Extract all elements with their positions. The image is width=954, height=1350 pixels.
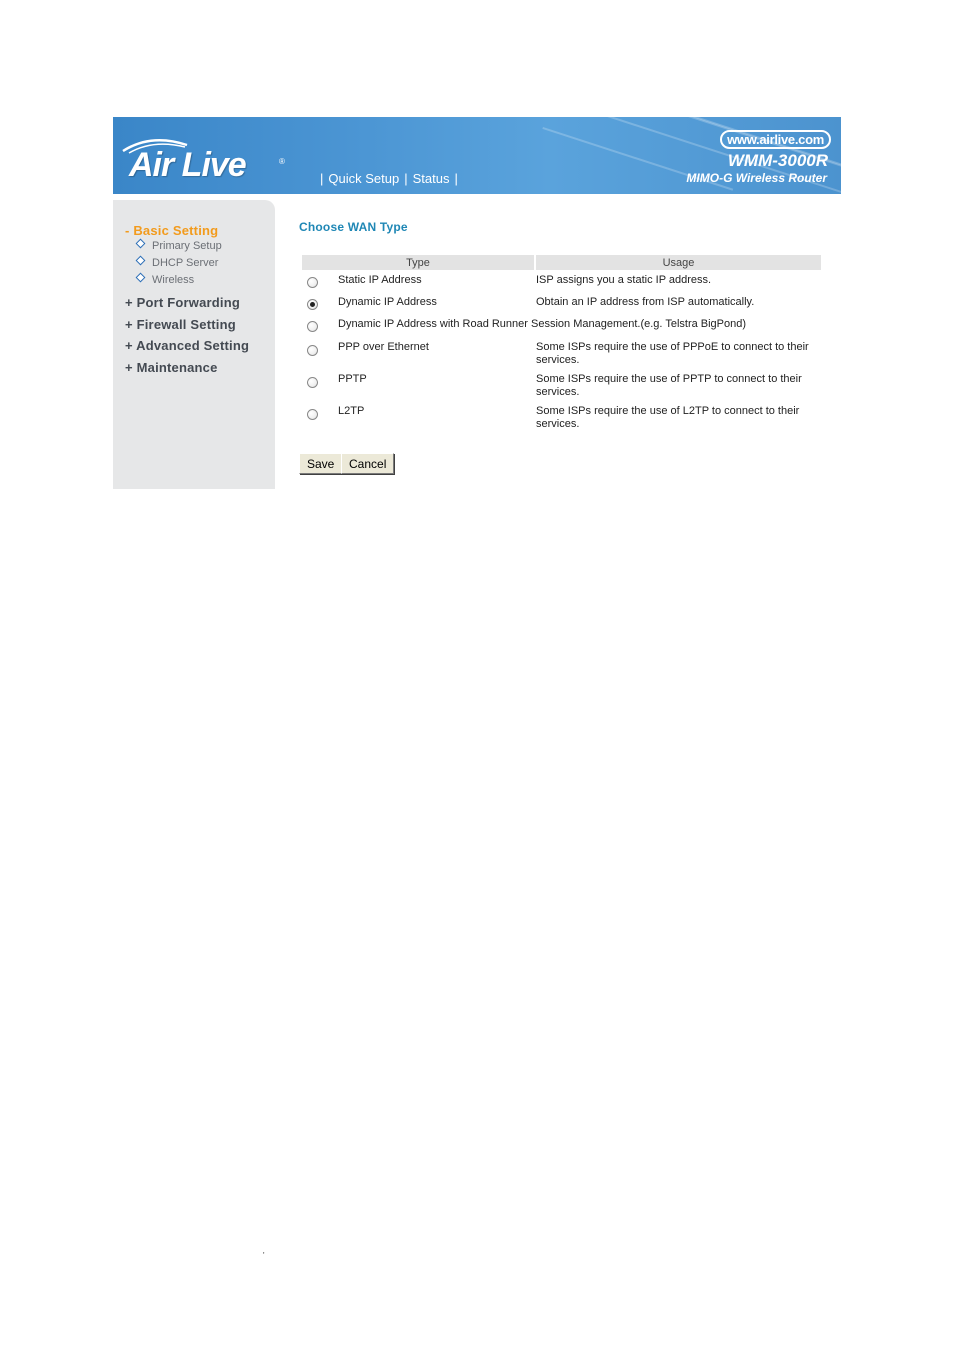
type-pptp: PPTP	[338, 373, 367, 385]
model-description: MIMO-G Wireless Router	[686, 171, 827, 185]
dynamic-ip-radio[interactable]	[307, 299, 318, 310]
nav-status-link[interactable]: Status	[413, 171, 450, 186]
model-name: WMM-3000R	[727, 151, 828, 170]
diamond-bullet-icon	[135, 272, 146, 282]
sidebar-subitem-wireless[interactable]: Wireless	[135, 272, 195, 286]
static-ip-radio[interactable]	[307, 277, 318, 288]
column-header-type: Type	[302, 255, 534, 270]
nav-separator: |	[454, 171, 458, 186]
sidebar-subitem-primary-setup[interactable]: Primary Setup	[135, 238, 222, 252]
header-banner: Air Live ® | Quick Setup | Status | www.…	[113, 117, 841, 194]
road-runner-radio[interactable]	[307, 321, 318, 332]
table-row: Dynamic IP Address Obtain an IP address …	[302, 292, 821, 314]
registered-mark-icon: ®	[279, 157, 285, 166]
diamond-bullet-icon	[135, 255, 146, 265]
nav-separator: |	[404, 171, 408, 186]
sidebar-item-firewall-setting[interactable]: + Firewall Setting	[125, 317, 236, 332]
table-row: PPTP Some ISPs require the use of PPTP t…	[302, 369, 821, 401]
usage-dynamic-ip: Obtain an IP address from ISP automatica…	[536, 296, 755, 308]
sidebar-subitem-dhcp-server[interactable]: DHCP Server	[135, 255, 219, 269]
website-url-badge[interactable]: www.airlive.com	[720, 130, 831, 149]
page-title: Choose WAN Type	[299, 220, 408, 234]
l2tp-radio[interactable]	[307, 409, 318, 420]
type-road-runner: Dynamic IP Address with Road Runner Sess…	[338, 318, 747, 330]
usage-pptp: Some ISPs require the use of PPTP to con…	[536, 373, 802, 398]
brand-logo: Air Live	[129, 146, 247, 184]
nav-separator: |	[320, 171, 324, 186]
sidebar-subitem-label: Primary Setup	[152, 240, 222, 252]
sidebar-item-basic-setting[interactable]: - Basic Setting	[125, 223, 218, 238]
sidebar-subitem-label: Wireless	[152, 274, 195, 286]
table-row: PPP over Ethernet Some ISPs require the …	[302, 337, 821, 369]
sidebar-item-port-forwarding[interactable]: + Port Forwarding	[125, 295, 240, 310]
top-navigation: | Quick Setup | Status |	[315, 171, 463, 186]
table-row: L2TP Some ISPs require the use of L2TP t…	[302, 401, 821, 433]
type-pppoe: PPP over Ethernet	[338, 341, 429, 353]
pptp-radio[interactable]	[307, 377, 318, 388]
table-header-row: Type Usage	[302, 255, 821, 270]
column-header-usage: Usage	[536, 255, 821, 270]
sidebar-subitem-label: DHCP Server	[152, 257, 219, 269]
usage-l2tp: Some ISPs require the use of L2TP to con…	[536, 405, 800, 430]
page: Air Live ® | Quick Setup | Status | www.…	[0, 0, 954, 1350]
sidebar-item-advanced-setting[interactable]: + Advanced Setting	[125, 338, 249, 353]
wan-type-table: Type Usage Static IP Address ISP assigns…	[300, 255, 823, 433]
pppoe-radio[interactable]	[307, 345, 318, 356]
usage-static-ip: ISP assigns you a static IP address.	[536, 274, 712, 286]
type-dynamic-ip: Dynamic IP Address	[338, 296, 437, 308]
stray-mark: '	[263, 1251, 265, 1260]
diamond-bullet-icon	[135, 238, 146, 248]
type-static-ip: Static IP Address	[338, 274, 422, 286]
type-l2tp: L2TP	[338, 405, 365, 417]
table-row: Static IP Address ISP assigns you a stat…	[302, 270, 821, 292]
nav-quick-setup-link[interactable]: Quick Setup	[328, 171, 399, 186]
save-button[interactable]: Save	[299, 453, 343, 474]
usage-pppoe: Some ISPs require the use of PPPoE to co…	[536, 341, 809, 366]
cancel-button[interactable]: Cancel	[341, 453, 395, 474]
sidebar-item-maintenance[interactable]: + Maintenance	[125, 360, 218, 375]
sidebar: - Basic Setting Primary Setup DHCP Serve…	[113, 200, 275, 489]
table-row: Dynamic IP Address with Road Runner Sess…	[302, 314, 821, 337]
